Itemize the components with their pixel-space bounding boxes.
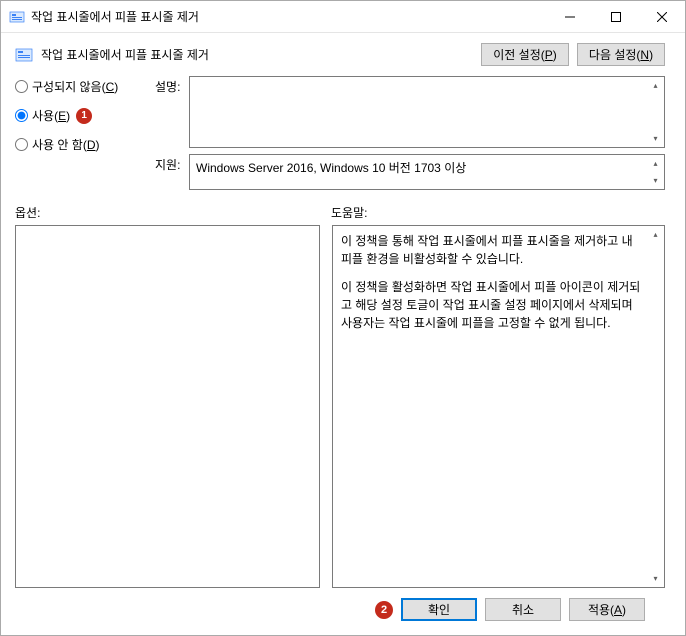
radio-disabled[interactable]: 사용 안 함(D) [15, 136, 145, 153]
support-value: Windows Server 2016, Windows 10 버전 1703 … [196, 161, 466, 175]
radio-disabled-label: 사용 안 함(D) [32, 136, 100, 153]
titlebar[interactable]: 작업 표시줄에서 피플 표시줄 제거 [1, 1, 685, 33]
radio-group: 구성되지 않음(C) 사용(E) 1 사용 안 함(D) [15, 76, 145, 190]
panes-row: 이 정책을 통해 작업 표시줄에서 피플 표시줄을 제거하고 내 피플 환경을 … [15, 225, 665, 588]
header-title: 작업 표시줄에서 피플 표시줄 제거 [41, 46, 473, 63]
options-label: 옵션: [15, 204, 331, 221]
policy-icon [9, 9, 25, 25]
close-button[interactable] [639, 1, 685, 32]
radio-disabled-input[interactable] [15, 138, 28, 151]
description-row: 설명: ▴ ▾ [155, 76, 665, 148]
scrollbar[interactable]: ▴ ▾ [647, 77, 664, 147]
minimize-button[interactable] [547, 1, 593, 32]
description-label: 설명: [155, 76, 185, 148]
radio-enabled[interactable]: 사용(E) 1 [15, 107, 145, 124]
description-box[interactable]: ▴ ▾ [189, 76, 665, 148]
apply-button[interactable]: 적용(A) [569, 598, 645, 621]
scroll-down-icon: ▾ [647, 130, 664, 147]
radio-enabled-input[interactable] [15, 109, 28, 122]
ok-button[interactable]: 확인 [401, 598, 477, 621]
footer: 2 확인 취소 적용(A) [15, 588, 665, 635]
scrollbar[interactable]: ▴ ▾ [647, 226, 664, 587]
scroll-up-icon: ▴ [647, 155, 664, 172]
help-paragraph: 이 정책을 활성화하면 작업 표시줄에서 피플 아이콘이 제거되고 해당 설정 … [341, 278, 644, 332]
options-pane [15, 225, 320, 588]
window-controls [547, 1, 685, 32]
radio-not-configured[interactable]: 구성되지 않음(C) [15, 78, 145, 95]
callout-badge-1: 1 [76, 108, 92, 124]
radio-enabled-label: 사용(E) [32, 107, 70, 124]
scroll-down-icon: ▾ [647, 570, 664, 587]
maximize-button[interactable] [593, 1, 639, 32]
content-area: 구성되지 않음(C) 사용(E) 1 사용 안 함(D) 설명: [1, 76, 685, 635]
scroll-up-icon: ▴ [647, 226, 664, 243]
radio-not-configured-input[interactable] [15, 80, 28, 93]
support-box: Windows Server 2016, Windows 10 버전 1703 … [189, 154, 665, 190]
next-setting-button[interactable]: 다음 설정(N) [577, 43, 665, 66]
top-section: 구성되지 않음(C) 사용(E) 1 사용 안 함(D) 설명: [15, 76, 665, 190]
fields-column: 설명: ▴ ▾ 지원: Windows Server 2016, Windows… [155, 76, 665, 190]
scroll-up-icon: ▴ [647, 77, 664, 94]
help-label: 도움말: [331, 204, 367, 221]
cancel-button[interactable]: 취소 [485, 598, 561, 621]
help-paragraph: 이 정책을 통해 작업 표시줄에서 피플 표시줄을 제거하고 내 피플 환경을 … [341, 232, 644, 268]
dialog-window: 작업 표시줄에서 피플 표시줄 제거 작업 표시줄에서 피플 표시줄 제거 이 [0, 0, 686, 636]
scroll-down-icon: ▾ [647, 172, 664, 189]
window-title: 작업 표시줄에서 피플 표시줄 제거 [31, 8, 547, 25]
previous-setting-button[interactable]: 이전 설정(P) [481, 43, 569, 66]
support-label: 지원: [155, 154, 185, 190]
scrollbar[interactable]: ▴ ▾ [647, 155, 664, 189]
help-pane: 이 정책을 통해 작업 표시줄에서 피플 표시줄을 제거하고 내 피플 환경을 … [332, 225, 665, 588]
header-row: 작업 표시줄에서 피플 표시줄 제거 이전 설정(P) 다음 설정(N) [1, 33, 685, 76]
radio-not-configured-label: 구성되지 않음(C) [32, 78, 118, 95]
pane-labels-row: 옵션: 도움말: [15, 204, 665, 221]
support-row: 지원: Windows Server 2016, Windows 10 버전 1… [155, 154, 665, 190]
callout-badge-2: 2 [375, 601, 393, 619]
policy-icon [15, 46, 33, 64]
